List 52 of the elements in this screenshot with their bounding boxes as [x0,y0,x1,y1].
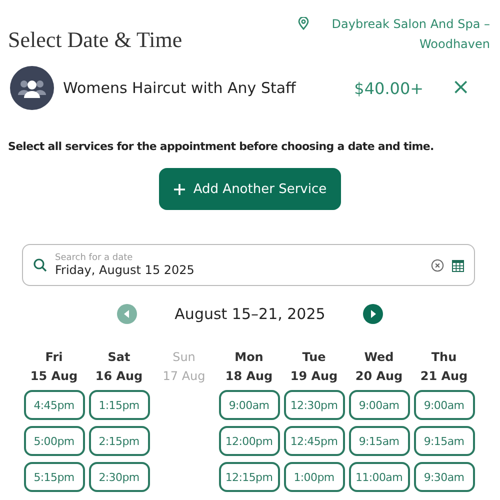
week-range: August 15–21, 2025 [174,305,326,323]
calendar-icon[interactable] [452,258,464,272]
location-link[interactable]: Daybreak Salon And Spa – Woodhaven [315,14,490,54]
remove-button[interactable]: × [452,77,470,99]
next-week-button[interactable] [363,304,384,324]
day-date: 15 Aug [30,368,78,385]
page-title: Select Date & Time [8,27,182,53]
time-slot-button[interactable]: 1:15pm [88,390,150,420]
time-slot-button[interactable]: 4:45pm [24,390,84,420]
day-name: Sun [172,349,196,366]
field-value[interactable]: Friday, August 15 2025 [55,263,194,277]
time-slot-button[interactable]: 12:00pm [218,426,280,456]
day-name: Wed [364,349,394,366]
time-slot-button[interactable]: 1:00pm [284,462,344,492]
day-date: 21 Aug [420,368,468,385]
clear-icon[interactable] [431,258,444,272]
time-slot-button[interactable]: 9:00am [414,390,474,420]
day-name: Sat [108,349,130,366]
time-slot-button[interactable]: 12:15pm [218,462,280,492]
day-date: 20 Aug [355,368,403,385]
time-slot-button[interactable]: 9:15am [414,426,474,456]
day-name: Fri [45,349,63,366]
day-name: Thu [431,349,457,366]
time-slot-button[interactable]: 9:30am [414,462,474,492]
field-placeholder: Search for a date [55,253,134,263]
plus-icon [173,182,186,196]
service-name: Womens Haircut with Any Staff [63,79,298,97]
instruction-text: Select all services for the appointment before choosing a date and time. [8,140,435,153]
time-slot-button[interactable]: 12:30pm [284,390,344,420]
time-slot-button[interactable]: 12:45pm [284,426,344,456]
day-name: Mon [234,349,264,366]
time-slot-button[interactable]: 9:00am [348,390,410,420]
search-icon [33,258,47,272]
service-price: $40.00+ [354,78,424,98]
time-slot-button[interactable]: 9:00am [218,390,280,420]
add-service-button[interactable]: Add Another Service [159,168,341,210]
time-slot-button[interactable]: 2:15pm [88,426,150,456]
left-triangle-icon [124,310,130,318]
day-date: 16 Aug [95,368,143,385]
location-pin-icon [298,17,309,30]
day-name: Tue [302,349,326,366]
time-slot-button[interactable]: 9:15am [348,426,410,456]
day-date: 18 Aug [225,368,273,385]
time-slot-button[interactable]: 5:00pm [24,426,84,456]
right-triangle-icon [370,310,376,318]
day-date: 19 Aug [290,368,338,385]
time-slot-button[interactable]: 5:15pm [24,462,84,492]
time-slot-button[interactable]: 2:30pm [88,462,150,492]
date-search-field[interactable]: Search for a date Friday, August 15 2025 [22,244,475,286]
day-date: 17 Aug [162,368,206,385]
time-slot-button[interactable]: 11:00am [348,462,410,492]
group-avatar-icon [10,66,54,110]
